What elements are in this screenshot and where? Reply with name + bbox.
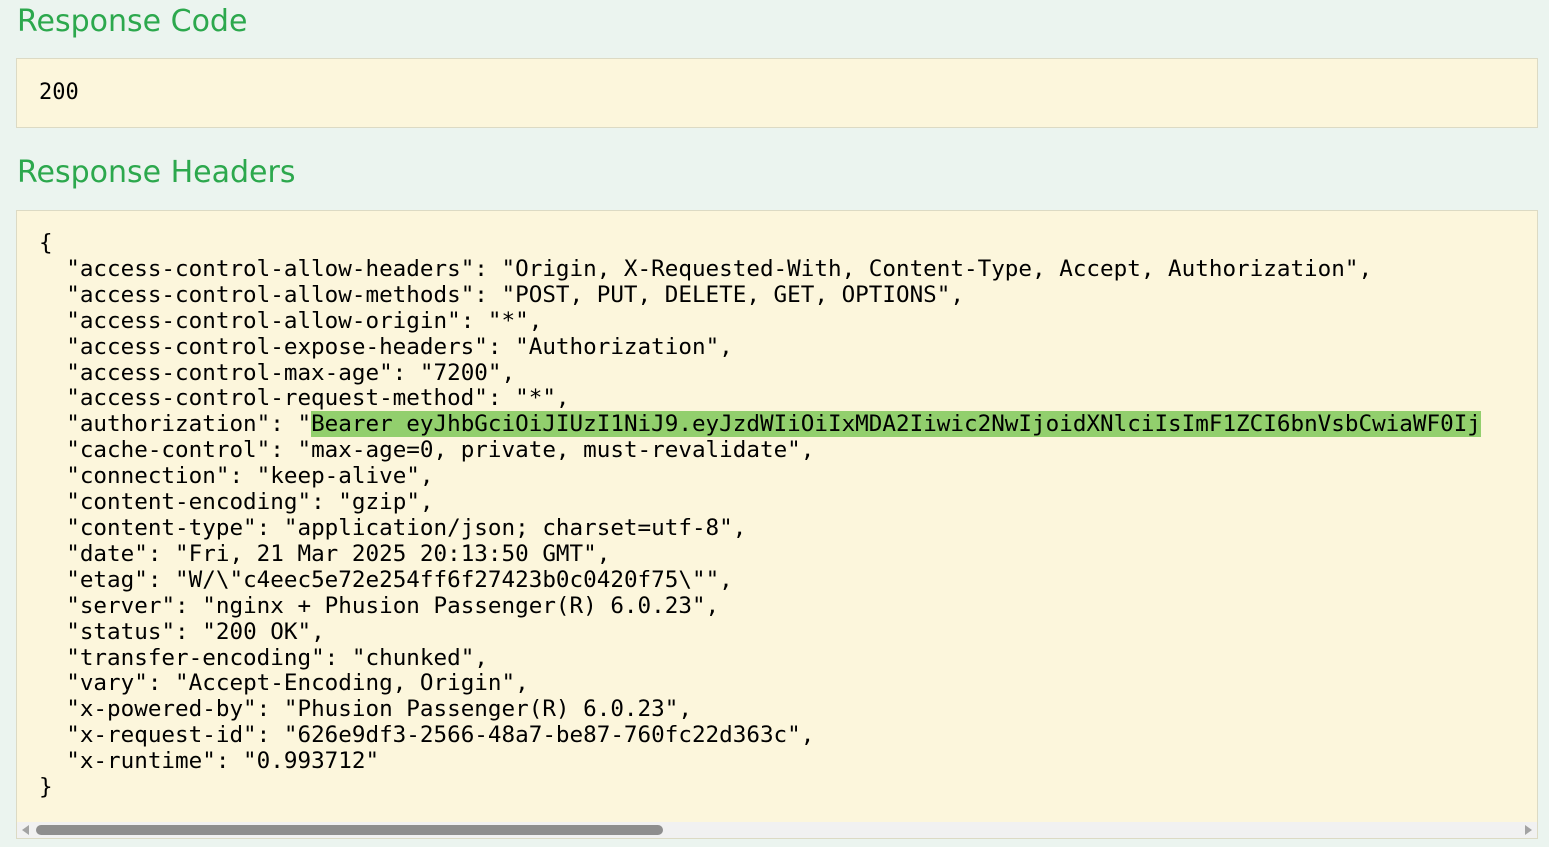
- header-key: status: [79, 618, 162, 645]
- header-value: POST, PUT, DELETE, GET, OPTIONS: [515, 281, 937, 308]
- header-value: W/\"c4eec5e72e254ff6f27423b0c0420f75\": [188, 566, 706, 593]
- header-key: x-runtime: [79, 748, 203, 775]
- header-line: "cache-control": "max-age=0, private, mu…: [39, 437, 815, 464]
- header-line: "content-type": "application/json; chars…: [39, 514, 747, 541]
- header-key: content-encoding: [79, 489, 298, 516]
- header-key: access-control-max-age: [79, 359, 380, 386]
- header-line: "status": "200 OK",: [39, 618, 325, 645]
- header-key: authorization: [79, 411, 257, 438]
- header-line: "vary": "Accept-Encoding, Origin",: [39, 670, 529, 697]
- header-value: 626e9df3-2566-48a7-be87-760fc22d363c: [297, 722, 788, 749]
- header-key: cache-control: [79, 437, 257, 464]
- header-value: Accept-Encoding, Origin: [188, 670, 502, 697]
- header-line: "transfer-encoding": "chunked",: [39, 644, 488, 671]
- header-value: 7200: [433, 359, 488, 386]
- header-value: gzip: [351, 489, 407, 516]
- header-value: 200 OK: [215, 618, 298, 645]
- header-line: "date": "Fri, 21 Mar 2025 20:13:50 GMT",: [39, 540, 611, 567]
- header-value: Bearer eyJhbGciOiJIUzI1NiJ9.eyJzdWIiOiIx…: [311, 411, 1481, 438]
- header-line: "access-control-allow-headers": "Origin,…: [39, 255, 1373, 282]
- header-value: chunked: [365, 644, 461, 671]
- header-key: server: [79, 592, 162, 619]
- response-headers-json: { "access-control-allow-headers": "Origi…: [39, 230, 1481, 801]
- header-value: keep-alive: [270, 463, 407, 490]
- header-value: nginx + Phusion Passenger(R) 6.0.23: [215, 592, 692, 619]
- header-value: application/json; charset=utf-8: [297, 514, 720, 541]
- header-key: x-powered-by: [79, 696, 244, 723]
- header-key: content-type: [79, 514, 244, 541]
- header-line: "access-control-request-method": "*",: [39, 385, 570, 412]
- horizontal-scrollbar[interactable]: [17, 822, 1537, 838]
- header-key: x-request-id: [79, 722, 244, 749]
- header-value: Authorization: [528, 333, 706, 360]
- header-key: access-control-request-method: [79, 385, 475, 412]
- response-code-title: Response Code: [17, 4, 248, 39]
- header-key: access-control-expose-headers: [79, 333, 475, 360]
- scroll-left-arrow-icon[interactable]: [22, 825, 29, 835]
- header-value: *: [528, 385, 543, 412]
- header-line: "access-control-max-age": "7200",: [39, 359, 516, 386]
- header-key: connection: [79, 463, 216, 490]
- header-value: *: [501, 307, 516, 334]
- header-line: "x-request-id": "626e9df3-2566-48a7-be87…: [39, 722, 815, 749]
- header-value: max-age=0, private, must-revalidate: [311, 437, 788, 464]
- header-key: access-control-allow-methods: [79, 281, 461, 308]
- header-line: "access-control-allow-methods": "POST, P…: [39, 281, 965, 308]
- header-line: "x-runtime": "0.993712": [39, 748, 380, 775]
- response-code-box: 200: [16, 58, 1538, 128]
- header-line: "access-control-allow-origin": "*",: [39, 307, 543, 334]
- response-code-value: 200: [39, 80, 79, 105]
- header-line: "connection": "keep-alive",: [39, 463, 434, 490]
- header-value: Fri, 21 Mar 2025 20:13:50 GMT: [188, 540, 584, 567]
- header-value: 0.993712: [256, 748, 366, 775]
- header-key: transfer-encoding: [79, 644, 312, 671]
- header-line: "x-powered-by": "Phusion Passenger(R) 6.…: [39, 696, 692, 723]
- json-open-brace: {: [39, 230, 53, 256]
- scrollbar-thumb[interactable]: [36, 825, 663, 835]
- header-line: "etag": "W/\"c4eec5e72e254ff6f27423b0c04…: [39, 566, 733, 593]
- scroll-right-arrow-icon[interactable]: [1525, 825, 1532, 835]
- header-key: access-control-allow-origin: [79, 307, 448, 334]
- header-line: "access-control-expose-headers": "Author…: [39, 333, 733, 360]
- header-key: access-control-allow-headers: [79, 255, 461, 282]
- header-value: Phusion Passenger(R) 6.0.23: [297, 696, 665, 723]
- header-line: "authorization": "Bearer eyJhbGciOiJIUzI…: [39, 411, 1481, 438]
- header-key: date: [79, 540, 135, 567]
- header-value: Origin, X-Requested-With, Content-Type, …: [515, 255, 1345, 282]
- response-headers-title: Response Headers: [17, 155, 296, 190]
- response-headers-box: { "access-control-allow-headers": "Origi…: [16, 210, 1538, 839]
- header-line: "content-encoding": "gzip",: [39, 489, 434, 516]
- json-close-brace: }: [39, 774, 53, 801]
- header-key: etag: [79, 566, 135, 593]
- header-key: vary: [79, 670, 135, 697]
- header-line: "server": "nginx + Phusion Passenger(R) …: [39, 592, 720, 619]
